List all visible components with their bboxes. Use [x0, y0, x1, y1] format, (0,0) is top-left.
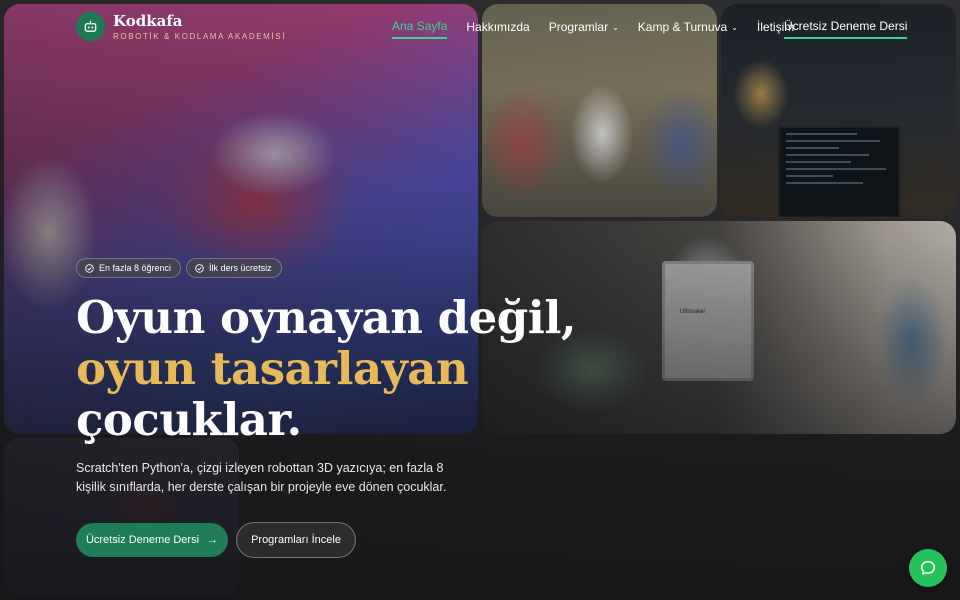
hero-headline: Oyun oynayan değil, oyun tasarlayan çocu…	[76, 292, 636, 445]
button-label: Ücretsiz Deneme Dersi	[85, 534, 200, 546]
nav-item-camp-tournament[interactable]: Kamp & Turnuva ⌄	[638, 20, 738, 38]
badge-first-lesson-free: İlk ders ücretsiz	[186, 258, 282, 278]
brand-logo[interactable]: Kodkafa ROBOTİK & KODLAMA AKADEMİSİ	[76, 12, 286, 41]
headline-part2: çocuklar.	[76, 393, 302, 446]
brand-name: Kodkafa	[113, 11, 183, 30]
nav-free-trial-link[interactable]: Ücretsiz Deneme Dersi	[784, 19, 908, 39]
hero-badges: En fazla 8 öğrenci İlk ders ücretsiz	[76, 258, 287, 278]
nav-item-programs[interactable]: Programlar ⌄	[549, 20, 619, 38]
chevron-down-icon: ⌄	[731, 22, 738, 32]
badge-label: En fazla 8 öğrenci	[99, 263, 172, 273]
badge-label: İlk ders ücretsiz	[209, 263, 272, 273]
free-trial-button[interactable]: Ücretsiz Deneme Dersi →	[76, 523, 228, 557]
button-label: Programları İncele	[251, 534, 341, 546]
chevron-down-icon: ⌄	[612, 22, 619, 32]
nav-item-home[interactable]: Ana Sayfa	[392, 19, 448, 39]
headline-highlight: oyun tasarlayan	[76, 342, 469, 395]
chat-button[interactable]	[909, 549, 947, 587]
nav-label: Ana Sayfa	[392, 19, 448, 33]
printer-brand-label: Ultimaker	[680, 309, 706, 315]
nav-label: Hakkımızda	[466, 20, 530, 34]
check-circle-icon	[85, 263, 94, 273]
explore-programs-button[interactable]: Programları İncele	[236, 522, 356, 558]
arrow-right-icon: →	[207, 534, 219, 546]
brand-tagline: ROBOTİK & KODLAMA AKADEMİSİ	[113, 31, 287, 41]
headline-part1: Oyun oynayan değil,	[76, 291, 577, 344]
code-monitor	[778, 126, 900, 217]
check-circle-icon	[195, 263, 204, 273]
nav-label: Programlar	[548, 20, 609, 34]
3d-printer: Ultimaker	[662, 261, 754, 381]
nav-label: Kamp & Turnuva	[637, 20, 728, 34]
badge-max-students: En fazla 8 öğrenci	[76, 258, 182, 278]
robot-icon	[76, 12, 105, 41]
nav-item-about[interactable]: Hakkımızda	[466, 20, 529, 38]
hero-description: Scratch'ten Python'a, çizgi izleyen robo…	[76, 461, 447, 494]
main-nav: Ana Sayfa Hakkımızda Programlar ⌄ Kamp &…	[392, 19, 813, 39]
chat-bubble-icon	[920, 560, 936, 575]
